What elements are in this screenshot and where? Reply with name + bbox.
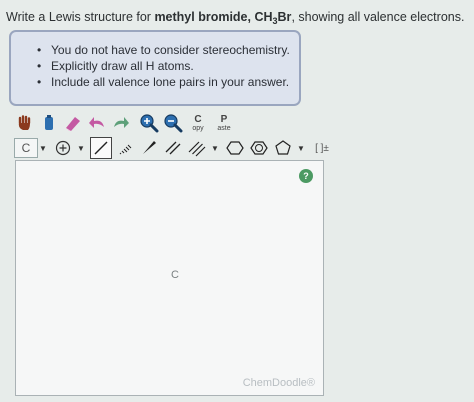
- charge-dropdown[interactable]: ▼: [76, 138, 86, 158]
- benzene-button[interactable]: [248, 137, 270, 159]
- cyclopentane-button[interactable]: [272, 137, 294, 159]
- eraser-icon: [66, 117, 80, 131]
- hint-item: Explicitly draw all H atoms.: [37, 58, 299, 74]
- cyclohexane-button[interactable]: [224, 137, 246, 159]
- zoom-out-icon: [164, 114, 183, 133]
- wedge-bond-icon: [143, 141, 156, 154]
- hexagon-icon: [226, 141, 244, 155]
- redo-button[interactable]: [110, 112, 132, 134]
- bracket-charge-button[interactable]: [ ]±: [310, 137, 334, 159]
- ring-dropdown[interactable]: ▼: [296, 138, 306, 158]
- eraser-tool-button[interactable]: [62, 112, 84, 134]
- hand-icon: [18, 115, 31, 130]
- bond-dropdown[interactable]: ▼: [210, 138, 220, 158]
- hint-item: Include all valence lone pairs in your a…: [37, 74, 299, 90]
- question-text: Write a Lewis structure for methyl bromi…: [6, 9, 468, 26]
- copy-button[interactable]: C opy: [186, 112, 210, 134]
- zoom-in-icon: [140, 114, 159, 133]
- undo-icon: [89, 117, 104, 128]
- undo-button[interactable]: [86, 112, 108, 134]
- hint-list: You do not have to consider stereochemis…: [11, 42, 299, 90]
- wedge-bond-button[interactable]: [138, 137, 160, 159]
- triple-bond-button[interactable]: [186, 137, 208, 159]
- double-bond-button[interactable]: [162, 137, 184, 159]
- benzene-icon: [250, 141, 268, 155]
- single-bond-button[interactable]: [90, 137, 112, 159]
- zoom-in-button[interactable]: [138, 112, 160, 134]
- lasso-tool-button[interactable]: [38, 112, 60, 134]
- element-selector[interactable]: C: [14, 138, 38, 158]
- drawing-canvas[interactable]: ? C ChemDoodle®: [15, 160, 324, 396]
- plus-circle-icon: [55, 140, 71, 156]
- hint-item: You do not have to consider stereochemis…: [37, 42, 299, 58]
- hint-box: You do not have to consider stereochemis…: [9, 30, 301, 106]
- toolbar-top: C opy P aste: [14, 112, 238, 134]
- paste-button[interactable]: P aste: [212, 112, 236, 134]
- carbon-atom[interactable]: C: [171, 269, 179, 281]
- zoom-out-button[interactable]: [162, 112, 184, 134]
- hashed-bond-icon: [119, 144, 132, 155]
- triple-bond-icon: [188, 141, 206, 157]
- lasso-icon: [45, 115, 53, 130]
- help-icon[interactable]: ?: [299, 169, 313, 183]
- add-charge-button[interactable]: [52, 137, 74, 159]
- element-dropdown[interactable]: ▼: [38, 138, 48, 158]
- pentagon-icon: [275, 140, 291, 155]
- compound-name: methyl bromide, CH3Br: [154, 10, 292, 26]
- question-suffix: , showing all valence electrons.: [291, 10, 465, 24]
- redo-icon: [114, 117, 129, 128]
- hashed-bond-button[interactable]: [114, 137, 136, 159]
- hand-tool-button[interactable]: [14, 112, 36, 134]
- question-prefix: Write a Lewis structure for: [6, 10, 155, 24]
- toolbar-bottom: C ▼ ▼ ▼ ▼ []±: [14, 137, 336, 159]
- double-bond-icon: [165, 141, 181, 155]
- single-bond-icon: [94, 141, 108, 155]
- chemdoodle-logo: ChemDoodle®: [242, 377, 315, 389]
